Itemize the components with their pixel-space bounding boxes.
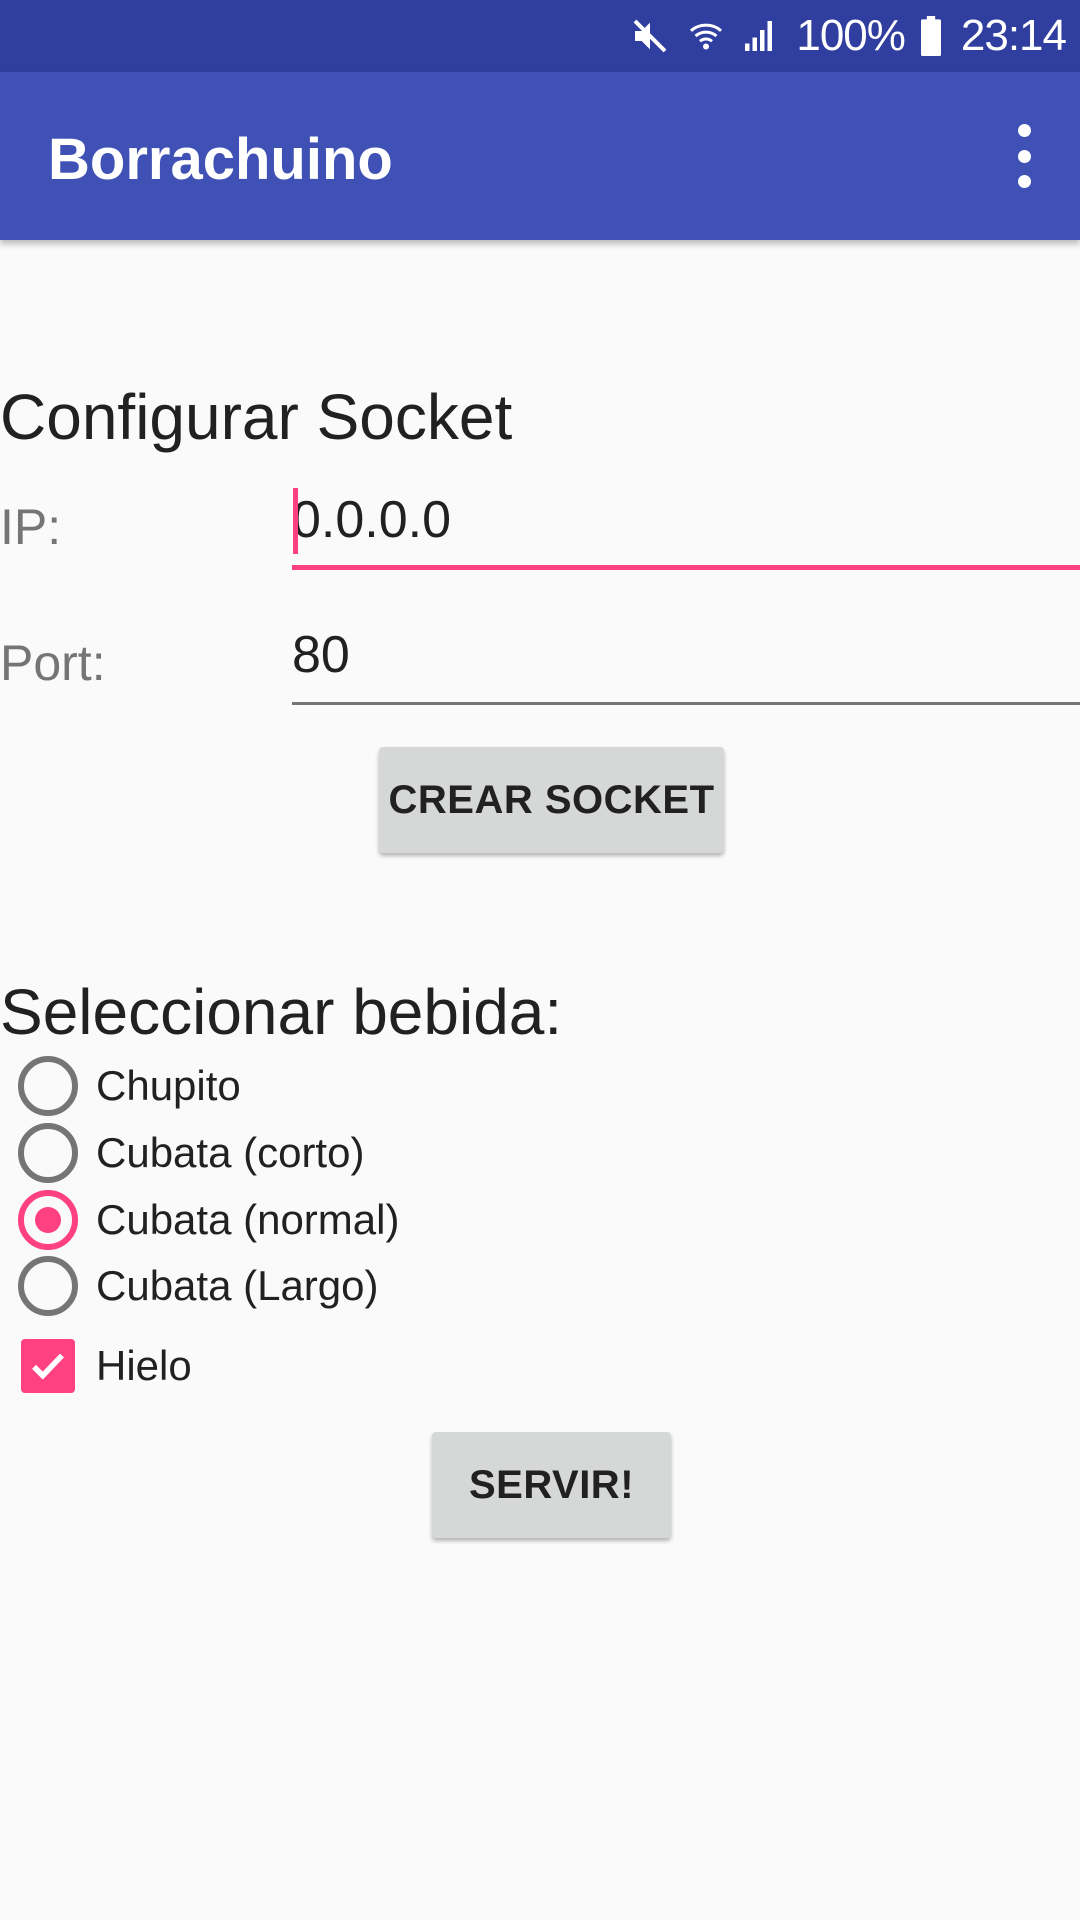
status-bar: 100% 23:14 [0, 0, 1080, 72]
app-bar: Borrachuino [0, 72, 1080, 240]
socket-section-title: Configurar Socket [0, 381, 513, 453]
create-socket-button[interactable]: CREAR SOCKET [379, 747, 724, 853]
text-cursor [293, 488, 298, 554]
radio-label: Cubata (normal) [96, 1196, 400, 1243]
app-title: Borrachuino [48, 127, 393, 192]
radio-button[interactable] [18, 1056, 78, 1116]
ice-checkbox-row[interactable]: Hielo [18, 1336, 192, 1396]
radio-option-cubata-corto[interactable]: Cubata (corto) [18, 1123, 364, 1183]
signal-icon [742, 16, 778, 56]
ice-checkbox[interactable] [21, 1339, 75, 1393]
radio-button[interactable] [18, 1123, 78, 1183]
port-underline [292, 702, 1080, 705]
ip-label: IP: [0, 499, 62, 555]
wifi-icon [688, 16, 724, 56]
battery-icon [919, 16, 943, 56]
radio-option-cubata-largo[interactable]: Cubata (Largo) [18, 1256, 379, 1316]
radio-option-chupito[interactable]: Chupito [18, 1056, 241, 1116]
port-label: Port: [0, 635, 106, 691]
battery-percent: 100% [796, 11, 906, 60]
more-vert-icon[interactable] [1002, 124, 1046, 188]
clock: 23:14 [960, 11, 1067, 60]
radio-button[interactable] [18, 1256, 78, 1316]
serve-button[interactable]: SERVIR! [432, 1432, 671, 1538]
mute-icon [630, 16, 670, 56]
radio-label: Cubata (corto) [96, 1129, 365, 1176]
radio-button-selected[interactable] [18, 1190, 78, 1250]
radio-label: Cubata (Largo) [96, 1262, 379, 1309]
ice-label: Hielo [96, 1342, 192, 1389]
drinks-section-title: Seleccionar bebida: [0, 976, 563, 1048]
check-icon [32, 1353, 65, 1380]
ip-input[interactable] [292, 490, 1080, 550]
port-input[interactable] [292, 625, 1080, 685]
ip-field-container[interactable] [292, 488, 1080, 570]
radio-label: Chupito [96, 1062, 241, 1109]
radio-option-cubata-normal[interactable]: Cubata (normal) [18, 1190, 399, 1250]
ip-underline [292, 565, 1080, 570]
port-field-container[interactable] [292, 625, 1080, 705]
